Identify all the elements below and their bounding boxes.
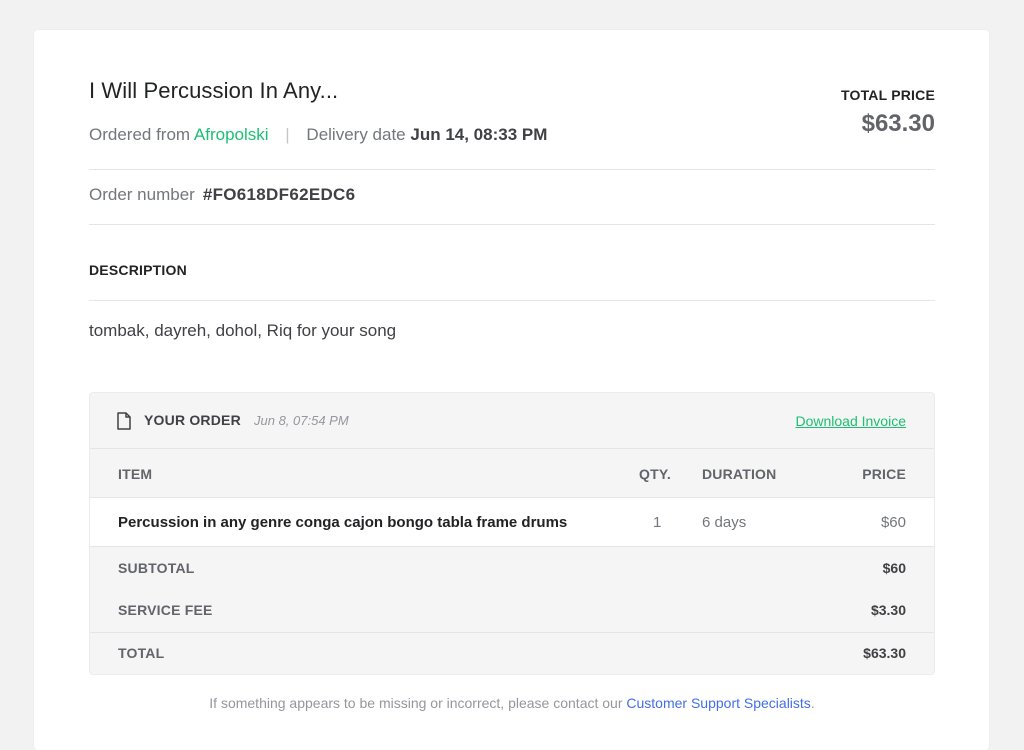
subtotal-row: SUBTOTAL $60	[90, 547, 934, 589]
footer-note: If something appears to be missing or in…	[89, 695, 935, 711]
ordered-from-label: Ordered from	[89, 125, 191, 144]
column-header-price: PRICE	[862, 466, 906, 482]
footer-text: If something appears to be missing or in…	[209, 695, 623, 711]
your-order-heading: YOUR ORDER	[144, 412, 241, 428]
document-icon	[117, 412, 131, 430]
total-row: TOTAL $63.30	[90, 632, 934, 674]
order-number: Order number #FO618DF62EDC6	[89, 185, 355, 205]
subtotal-label: SUBTOTAL	[118, 560, 195, 576]
total-value: $63.30	[863, 645, 906, 661]
service-fee-value: $3.30	[870, 602, 906, 618]
total-label: TOTAL	[118, 645, 165, 661]
service-fee-row: SERVICE FEE $3.30	[90, 589, 934, 631]
order-placed-date: Jun 8, 07:54 PM	[254, 413, 349, 428]
delivery-date-label: Delivery date	[306, 125, 406, 144]
order-meta: Ordered from Afropolski | Delivery date …	[89, 125, 547, 145]
service-fee-label: SERVICE FEE	[118, 602, 213, 618]
description-heading: DESCRIPTION	[89, 262, 187, 278]
customer-support-link[interactable]: Customer Support Specialists	[626, 695, 810, 711]
order-title: I Will Percussion In Any...	[89, 78, 339, 103]
order-number-label: Order number	[89, 185, 195, 204]
column-header-item: ITEM	[118, 466, 153, 482]
total-price-value: $63.30	[861, 110, 935, 137]
order-header: I Will Percussion In Any... Ordered from…	[89, 30, 935, 170]
table-row: Percussion in any genre conga cajon bong…	[90, 497, 934, 547]
description-text: tombak, dayreh, dohol, Riq for your song	[89, 321, 397, 340]
column-header-duration: DURATION	[702, 466, 777, 482]
meta-separator: |	[285, 125, 290, 144]
delivery-date: Jun 14, 08:33 PM	[410, 125, 548, 144]
download-invoice-link[interactable]: Download Invoice	[795, 413, 906, 429]
subtotal-value: $60	[882, 560, 906, 576]
item-price: $60	[880, 514, 906, 531]
order-number-divider	[89, 224, 935, 225]
footer-suffix: .	[810, 695, 815, 711]
description-divider	[89, 300, 935, 301]
header-divider	[89, 169, 935, 170]
item-name: Percussion in any genre conga cajon bong…	[118, 514, 568, 531]
order-details-card: I Will Percussion In Any... Ordered from…	[34, 30, 989, 750]
your-order-header: YOUR ORDER Jun 8, 07:54 PM Download Invo…	[90, 393, 934, 449]
your-order-box: YOUR ORDER Jun 8, 07:54 PM Download Invo…	[89, 392, 935, 675]
total-price-label: TOTAL PRICE	[841, 87, 935, 103]
column-header-qty: QTY.	[639, 466, 671, 482]
seller-link[interactable]: Afropolski	[194, 125, 269, 144]
item-qty: 1	[653, 514, 662, 531]
item-duration: 6 days	[702, 514, 747, 531]
order-number-value: #FO618DF62EDC6	[202, 185, 356, 204]
